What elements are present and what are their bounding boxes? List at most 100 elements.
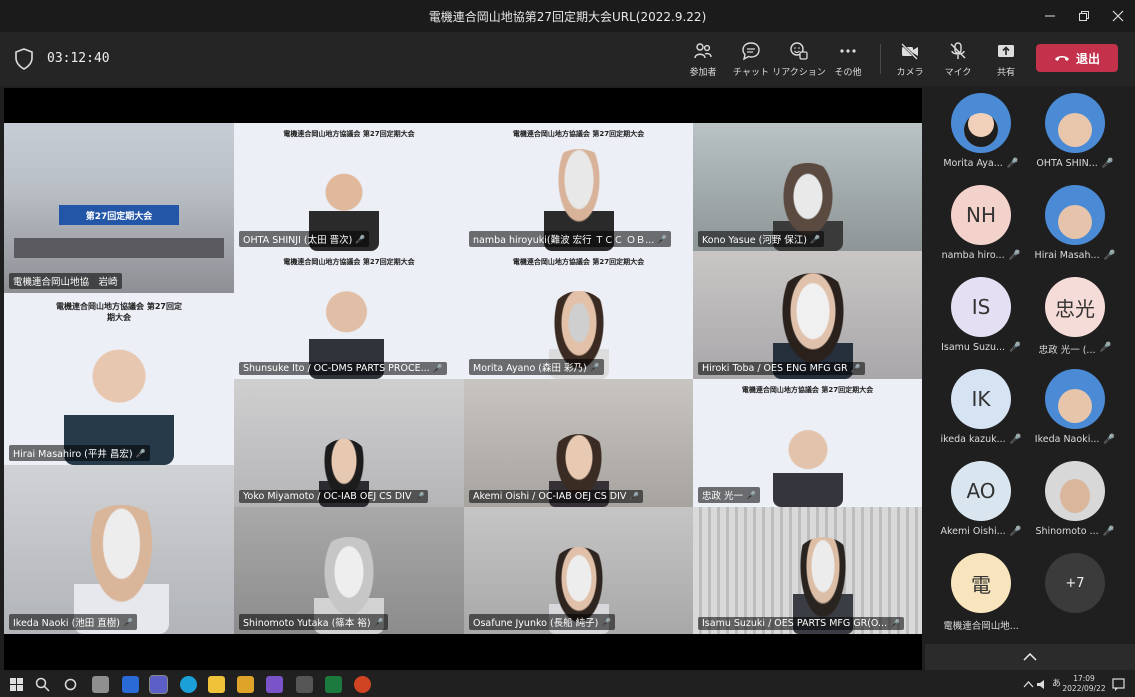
mic-muted-icon: 🎤 bbox=[1101, 158, 1114, 169]
tile-name-label: Akemi Oishi / OC-IAB OEJ CS DIV 🎤 bbox=[469, 490, 644, 503]
avatar bbox=[1045, 93, 1105, 153]
camera-button[interactable]: カメラ bbox=[884, 38, 936, 82]
file-explorer-icon[interactable] bbox=[208, 676, 225, 693]
clock[interactable]: 17:09 2022/09/22 bbox=[1060, 674, 1108, 694]
mic-muted-icon: 🎤 bbox=[810, 234, 820, 244]
participant-item[interactable]: IS Isamu Suzu... 🎤 bbox=[931, 272, 1031, 364]
slide-title: 電機連合岡山地方協議会 第27回定期大会 bbox=[283, 130, 415, 138]
search-icon[interactable] bbox=[34, 676, 51, 693]
participant-item[interactable]: IK ikeda kazuk... 🎤 bbox=[931, 364, 1031, 456]
mic-muted-icon: 🎤 bbox=[414, 492, 425, 501]
app-icon[interactable] bbox=[92, 676, 109, 693]
app-icon[interactable] bbox=[237, 676, 254, 693]
chat-button[interactable]: チャット bbox=[725, 38, 777, 82]
participant-item[interactable]: Morita Aya... 🎤 bbox=[931, 88, 1031, 180]
leave-button[interactable]: 退出 bbox=[1036, 44, 1118, 72]
participant-video bbox=[773, 425, 843, 507]
participants-button[interactable]: 参加者 bbox=[677, 38, 729, 82]
avatar bbox=[951, 93, 1011, 153]
participant-gallery: Morita Aya... 🎤 OHTA SHIN... 🎤 NH namba hi… bbox=[925, 88, 1135, 670]
avatar: 忠光 bbox=[1045, 277, 1105, 337]
hang-up-icon bbox=[1054, 56, 1069, 61]
participant-item[interactable]: NH namba hiro... 🎤 bbox=[931, 180, 1031, 272]
shield-icon[interactable] bbox=[14, 48, 34, 70]
video-tile[interactable]: 電機連合岡山地方協議会 第27回定期大会 忠政 光一 🎤 bbox=[693, 379, 922, 507]
participant-item[interactable]: 忠光 忠政 光一 (... 🎤 bbox=[1025, 272, 1125, 364]
app-icon[interactable] bbox=[266, 676, 283, 693]
task-view-icon[interactable] bbox=[62, 676, 79, 693]
more-participants-button[interactable]: +7 bbox=[1025, 548, 1125, 640]
mic-button[interactable]: マイク bbox=[932, 38, 984, 82]
title-bar: 電機連合岡山地協第27回定期大会URL(2022.9.22) bbox=[0, 0, 1135, 32]
slide-title: 電機連合岡山地方協議会 第27回定期大会 bbox=[512, 258, 645, 266]
tile-name-label: Shinomoto Yutaka (篠本 裕) 🎤 bbox=[239, 614, 388, 630]
tile-name-label: Shunsuke Ito / OC-DMS PARTS PROCE... 🎤 bbox=[239, 362, 447, 375]
participant-item[interactable]: Hirai Masah... 🎤 bbox=[1025, 180, 1125, 272]
video-tile[interactable]: 電機連合岡山地方協議会 第27回定期大会 Morita Ayano (森田 彩乃… bbox=[464, 251, 693, 379]
participant-item[interactable]: OHTA SHIN... 🎤 bbox=[1025, 88, 1125, 180]
mic-muted-icon: 🎤 bbox=[1006, 158, 1019, 169]
share-button[interactable]: 共有 bbox=[980, 38, 1032, 82]
notification-icon[interactable] bbox=[1110, 676, 1127, 693]
reactions-label: リアクション bbox=[772, 68, 826, 78]
mic-muted-icon: 🎤 bbox=[746, 490, 756, 500]
mic-muted-icon: 🎤 bbox=[629, 492, 640, 501]
taskbar: あ 17:09 2022/09/22 bbox=[0, 672, 1135, 697]
tile-name-label: Hiroki Toba / OES ENG MFG GR 🎤 bbox=[698, 362, 865, 375]
excel-icon[interactable] bbox=[325, 676, 342, 693]
app-icon[interactable] bbox=[296, 676, 313, 693]
tile-name-label: Kono Yasue (河野 保江) 🎤 bbox=[698, 231, 824, 247]
video-tile[interactable]: Akemi Oishi / OC-IAB OEJ CS DIV 🎤 bbox=[464, 379, 693, 507]
video-tile[interactable]: Isamu Suzuki / OES PARTS MFG GR(O... 🎤 bbox=[693, 507, 922, 634]
video-tile[interactable]: Kono Yasue (河野 保江) 🎤 bbox=[693, 123, 922, 251]
edge-icon[interactable] bbox=[180, 676, 197, 693]
meeting-toolbar: 03:12:40 参加者 チャット リアクション その他 カメラ マイク 共有 … bbox=[0, 32, 1135, 86]
mic-muted-icon: 🎤 bbox=[123, 617, 133, 627]
video-grid: 第27回定期大会 電機連合岡山地協 岩崎 電機連合岡山地方協議会 第27回定期大… bbox=[4, 123, 922, 634]
maximize-button[interactable] bbox=[1067, 0, 1101, 32]
more-icon bbox=[840, 49, 856, 53]
video-tile[interactable]: 電機連合岡山地方協議会 第27回定期大会 Shunsuke Ito / OC-D… bbox=[234, 251, 464, 379]
video-tile[interactable]: Osafune Jyunko (長船 純子) 🎤 bbox=[464, 507, 693, 634]
mic-muted-icon: 🎤 bbox=[601, 617, 612, 627]
slide-title: 電機連合岡山地方協議会 第27回定期大会 bbox=[512, 130, 645, 138]
video-tile[interactable]: 電機連合岡山地方協議会 第27回定期大会 OHTA SHINJI (太田 晋次)… bbox=[234, 123, 464, 251]
video-tile[interactable]: 電機連合岡山地方協議会 第27回定期大会 Hirai Masahiro (平井 … bbox=[4, 293, 234, 465]
video-tile[interactable]: Ikeda Naoki (池田 直樹) 🎤 bbox=[4, 465, 234, 634]
volume-icon[interactable] bbox=[1034, 676, 1051, 693]
mic-muted-icon: 🎤 bbox=[1099, 342, 1112, 353]
video-tile[interactable]: Shinomoto Yutaka (篠本 裕) 🎤 bbox=[234, 507, 464, 634]
minimize-button[interactable] bbox=[1033, 0, 1067, 32]
more-participants-count: +7 bbox=[1045, 553, 1105, 613]
video-tile[interactable]: Yoko Miyamoto / OC-IAB OEJ CS DIV 🎤 bbox=[234, 379, 464, 507]
close-icon bbox=[1112, 10, 1124, 22]
mic-muted-icon: 🎤 bbox=[890, 619, 901, 628]
mic-muted-icon: 🎤 bbox=[1009, 342, 1021, 353]
mic-muted-icon: 🎤 bbox=[1009, 526, 1022, 537]
participant-item[interactable]: AO Akemi Oishi... 🎤 bbox=[931, 456, 1031, 548]
video-tile[interactable]: 第27回定期大会 電機連合岡山地協 岩崎 bbox=[4, 123, 234, 293]
collapse-gallery-button[interactable] bbox=[925, 644, 1135, 670]
participant-item[interactable]: Shinomoto ... 🎤 bbox=[1025, 456, 1125, 548]
mic-muted-icon: 🎤 bbox=[373, 617, 384, 627]
avatar bbox=[1045, 369, 1105, 429]
close-button[interactable] bbox=[1101, 0, 1135, 32]
windows-start-icon[interactable] bbox=[8, 676, 25, 693]
reaction-icon bbox=[790, 42, 808, 60]
reactions-button[interactable]: リアクション bbox=[772, 38, 826, 82]
participant-item[interactable]: 電 電機連合岡山地... bbox=[931, 548, 1031, 640]
mic-off-icon bbox=[950, 42, 966, 59]
teams-icon[interactable] bbox=[149, 675, 168, 694]
outlook-icon[interactable] bbox=[122, 676, 139, 693]
more-button[interactable]: その他 bbox=[822, 38, 874, 82]
participant-item[interactable]: Ikeda Naoki... 🎤 bbox=[1025, 364, 1125, 456]
video-tile[interactable]: 電機連合岡山地方協議会 第27回定期大会 namba hiroyuki(難波 宏… bbox=[464, 123, 693, 251]
video-tile[interactable]: Hiroki Toba / OES ENG MFG GR 🎤 bbox=[693, 251, 922, 379]
powerpoint-icon[interactable] bbox=[354, 676, 371, 693]
chevron-up-icon bbox=[1023, 653, 1037, 661]
tile-name-label: Ikeda Naoki (池田 直樹) 🎤 bbox=[9, 614, 137, 630]
mic-muted-icon: 🎤 bbox=[589, 362, 600, 372]
window-title: 電機連合岡山地協第27回定期大会URL(2022.9.22) bbox=[428, 9, 707, 24]
mic-muted-icon: 🎤 bbox=[432, 364, 443, 373]
meeting-timer: 03:12:40 bbox=[47, 51, 110, 66]
